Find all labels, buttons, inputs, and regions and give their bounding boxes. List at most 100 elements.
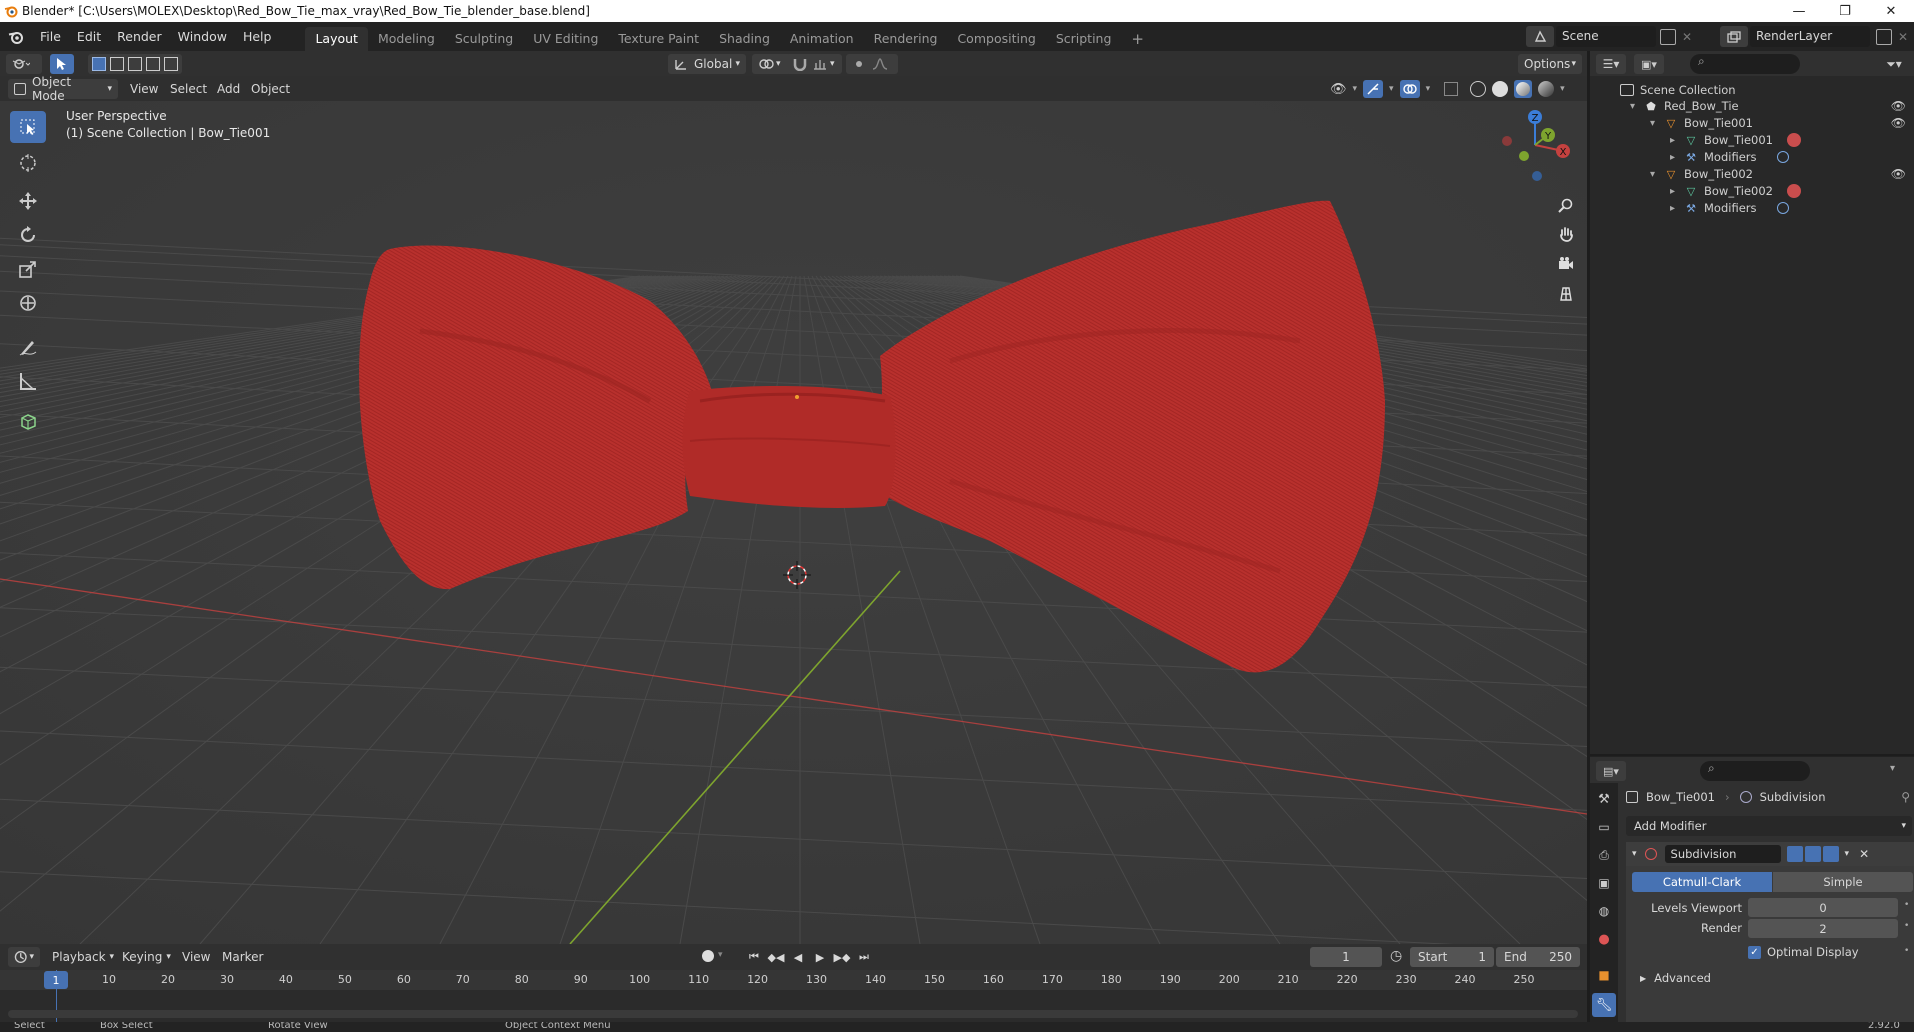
remove-modifier-icon[interactable]: ✕ bbox=[1859, 847, 1869, 861]
tab-texture-paint[interactable]: Texture Paint bbox=[608, 27, 709, 51]
modifier-tab-icon[interactable]: 🔧︎ bbox=[1592, 993, 1616, 1017]
material-icon[interactable] bbox=[1786, 184, 1801, 198]
object-mode-dropdown[interactable]: Object Mode ▾ bbox=[8, 75, 118, 103]
levels-viewport-field[interactable]: 0 bbox=[1748, 898, 1898, 917]
select-intersect-icon[interactable] bbox=[164, 57, 178, 71]
tab-layout[interactable]: Layout bbox=[305, 27, 368, 51]
xray-toggle-icon[interactable] bbox=[1444, 82, 1459, 96]
tab-animation[interactable]: Animation bbox=[780, 27, 864, 51]
shading-material-icon[interactable] bbox=[1514, 80, 1533, 98]
selection-mode-group[interactable] bbox=[88, 54, 182, 74]
render-layer-name-field[interactable]: RenderLayer bbox=[1750, 26, 1870, 47]
snap-toggle[interactable]: ▾ bbox=[786, 54, 842, 74]
menu-edit[interactable]: Edit bbox=[69, 26, 109, 48]
blender-menu-icon[interactable] bbox=[0, 29, 32, 45]
viewport-menu-object[interactable]: Object bbox=[251, 79, 290, 99]
bow-tie-knot[interactable] bbox=[682, 386, 896, 508]
ortho-grid-icon[interactable] bbox=[1553, 279, 1579, 309]
simple-button[interactable]: Simple bbox=[1773, 872, 1913, 892]
visibility-eye-icon[interactable]: 👁︎ bbox=[1891, 167, 1906, 181]
advanced-subpanel-header[interactable]: ▶ Advanced bbox=[1640, 968, 1711, 988]
render-levels-keyframe-dot[interactable]: • bbox=[1904, 921, 1909, 931]
viewport-display-toggle-icon[interactable] bbox=[1804, 846, 1821, 862]
close-button[interactable]: ✕ bbox=[1868, 0, 1914, 22]
add-modifier-dropdown[interactable]: Add Modifier ▾ bbox=[1626, 816, 1912, 836]
tab-compositing[interactable]: Compositing bbox=[947, 27, 1045, 51]
material-icon[interactable] bbox=[1786, 133, 1801, 147]
collapse-chevron-icon[interactable]: ▾ bbox=[1632, 849, 1637, 859]
render-layer-icon[interactable] bbox=[1720, 26, 1748, 47]
optimal-display-checkbox[interactable]: ✓ bbox=[1748, 945, 1761, 959]
tool-select-button[interactable] bbox=[50, 54, 74, 74]
add-workspace-button[interactable]: + bbox=[1121, 27, 1154, 51]
modifier-name-field[interactable]: Subdivision bbox=[1664, 845, 1781, 863]
play-reverse-icon[interactable]: ◀ bbox=[788, 951, 808, 964]
tab-sculpting[interactable]: Sculpting bbox=[445, 27, 523, 51]
viewport-scene[interactable] bbox=[0, 101, 1587, 944]
render-toggle-icon[interactable] bbox=[1822, 846, 1839, 862]
maximize-button[interactable]: ❐ bbox=[1822, 0, 1868, 22]
transform-orientation-dropdown[interactable]: Global ▾ bbox=[668, 54, 746, 74]
jump-next-keyframe-icon[interactable]: ▶◆ bbox=[832, 951, 852, 964]
timeline-menu-keying[interactable]: Keying ▾ bbox=[122, 947, 171, 967]
shading-rendered-icon[interactable] bbox=[1538, 81, 1555, 97]
menu-file[interactable]: File bbox=[32, 26, 69, 48]
tab-modeling[interactable]: Modeling bbox=[368, 27, 445, 51]
scene-tab-icon[interactable]: ◍ bbox=[1594, 901, 1614, 921]
subdivision-modifier-icon[interactable] bbox=[1776, 202, 1789, 214]
timeline-track-area[interactable]: 1102030405060708090100110120130140150160… bbox=[0, 970, 1587, 1022]
render-tab-icon[interactable]: ▭ bbox=[1594, 817, 1614, 837]
gizmo-toggle-icon[interactable] bbox=[1363, 80, 1384, 98]
modifier-menu-chevron-icon[interactable]: ▾ bbox=[1845, 849, 1850, 859]
visibility-eye-icon[interactable]: 👁︎ bbox=[1330, 82, 1347, 97]
new-render-layer-icon[interactable] bbox=[1876, 28, 1892, 45]
rotate-tool[interactable] bbox=[10, 219, 46, 251]
viewport-menu-view[interactable]: View bbox=[130, 79, 158, 99]
expand-chevron-right-icon[interactable]: ▸ bbox=[1670, 186, 1684, 197]
levels-viewport-keyframe-dot[interactable]: • bbox=[1904, 900, 1909, 910]
timeline-editor-type-button[interactable]: ▾ bbox=[8, 947, 40, 967]
shading-wireframe-icon[interactable] bbox=[1470, 81, 1487, 97]
proportional-editing-toggle[interactable] bbox=[846, 54, 898, 74]
tab-shading[interactable]: Shading bbox=[709, 27, 780, 51]
timeline-scrollbar[interactable] bbox=[8, 1010, 1578, 1018]
pan-hand-icon[interactable] bbox=[1553, 219, 1579, 249]
select-new-icon[interactable] bbox=[92, 57, 106, 71]
catmull-clark-button[interactable]: Catmull-Clark bbox=[1632, 872, 1772, 892]
current-frame-field[interactable]: 1 bbox=[1310, 947, 1382, 967]
scene-icon[interactable] bbox=[1526, 26, 1554, 47]
cursor-tool[interactable] bbox=[10, 147, 46, 179]
options-dropdown[interactable]: Options ▾ bbox=[1518, 54, 1582, 74]
menu-window[interactable]: Window bbox=[170, 26, 235, 48]
timeline-menu-view[interactable]: View bbox=[182, 947, 210, 967]
visibility-eye-icon[interactable]: 👁︎ bbox=[1891, 116, 1906, 130]
expand-chevron-down-icon[interactable]: ▾ bbox=[1650, 169, 1664, 180]
properties-options-chevron[interactable]: ▾ bbox=[1890, 763, 1895, 774]
measure-tool[interactable] bbox=[10, 365, 46, 397]
transform-tool[interactable] bbox=[10, 287, 46, 319]
playhead[interactable]: 1 bbox=[44, 971, 68, 989]
zoom-icon[interactable] bbox=[1553, 193, 1579, 219]
select-extend-icon[interactable] bbox=[110, 57, 124, 71]
outliner-editor-type-icon[interactable]: ☰▾ bbox=[1596, 54, 1626, 74]
navigation-gizmo[interactable]: Z X Y bbox=[1490, 109, 1580, 181]
world-tab-icon[interactable]: ● bbox=[1594, 929, 1614, 949]
expand-chevron-right-icon[interactable]: ▸ bbox=[1670, 152, 1684, 163]
preview-range-icon[interactable]: ◷ bbox=[1390, 948, 1402, 964]
start-frame-field[interactable]: Start 1 bbox=[1410, 947, 1494, 967]
remove-scene-icon[interactable]: ✕ bbox=[1682, 30, 1692, 44]
outliner-row[interactable]: ▸ ⚒ Modifiers bbox=[1590, 198, 1914, 218]
viewport-menu-add[interactable]: Add bbox=[217, 79, 240, 99]
tool-tab-icon[interactable]: ⚒ bbox=[1594, 789, 1614, 809]
camera-view-icon[interactable] bbox=[1553, 249, 1579, 279]
select-invert-icon[interactable] bbox=[146, 57, 160, 71]
overlays-toggle-icon[interactable] bbox=[1399, 80, 1420, 98]
select-box-tool[interactable] bbox=[10, 111, 46, 143]
jump-start-icon[interactable]: ⏮ bbox=[744, 950, 764, 964]
jump-prev-keyframe-icon[interactable]: ◆◀ bbox=[766, 951, 786, 964]
annotate-tool[interactable] bbox=[10, 331, 46, 363]
edit-mode-toggle-icon[interactable] bbox=[1786, 846, 1803, 862]
outliner-search-input[interactable]: ⌕ bbox=[1690, 54, 1800, 74]
optimal-display-keyframe-dot[interactable]: • bbox=[1904, 946, 1909, 956]
expand-chevron-down-icon[interactable]: ▾ bbox=[1650, 118, 1664, 129]
